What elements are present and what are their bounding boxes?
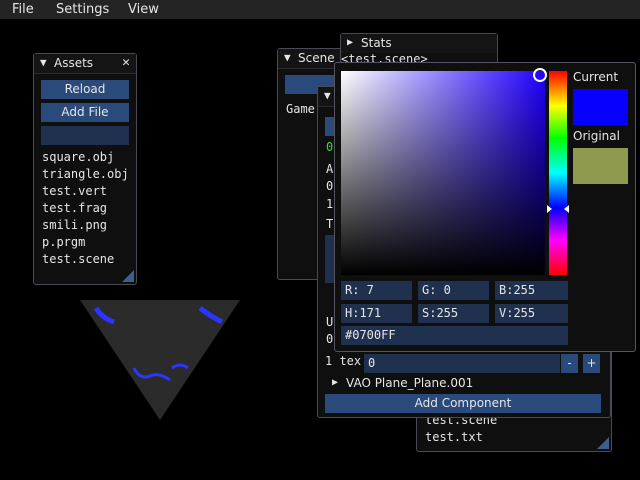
row-label: U [326, 315, 334, 329]
hue-marker-left [547, 205, 552, 213]
status-text: 0 [326, 140, 334, 154]
blue-field[interactable]: B:255 [495, 281, 568, 300]
asset-item[interactable]: p.prgm [42, 235, 85, 249]
tree-arrow-icon[interactable]: ▶ [332, 377, 338, 388]
expand-arrow-icon[interactable]: ▶ [347, 37, 353, 48]
menu-settings[interactable]: Settings [56, 2, 109, 17]
hex-field[interactable]: #0700FF [341, 326, 568, 345]
resize-grip[interactable] [597, 437, 609, 449]
saturation-field[interactable]: S:255 [418, 304, 489, 323]
scene-title: Scene [298, 51, 335, 65]
assets-titlebar[interactable]: ▼ Assets ✕ [34, 54, 136, 74]
green-field[interactable]: G: 0 [418, 281, 489, 300]
asset-item[interactable]: smili.png [42, 218, 107, 232]
asset-item[interactable]: test.frag [42, 201, 107, 215]
decrement-button[interactable]: - [561, 354, 578, 373]
row-label: 0 [326, 179, 334, 193]
red-field[interactable]: R: 7 [341, 281, 412, 300]
add-component-button[interactable]: Add Component [325, 394, 601, 413]
menu-view[interactable]: View [128, 2, 159, 17]
vao-item[interactable]: VAO Plane_Plane.001 [346, 376, 473, 390]
menu-file[interactable]: File [12, 2, 34, 17]
assets-window: ▼ Assets ✕ Reload Add File square.obj tr… [33, 53, 137, 285]
asset-item[interactable]: square.obj [42, 150, 114, 164]
value-field[interactable]: V:255 [495, 304, 568, 323]
row-label: 1 [326, 197, 334, 211]
color-picker-popup: Current Original R: 7 G: 0 B:255 H:171 S… [334, 62, 636, 352]
current-swatch [573, 89, 628, 125]
assets-title: Assets [54, 56, 94, 70]
collapse-arrow-icon[interactable]: ▼ [40, 56, 47, 69]
sv-cursor[interactable] [533, 68, 547, 82]
stats-title: Stats [361, 36, 392, 50]
original-label: Original [573, 129, 620, 143]
resize-grip[interactable] [122, 270, 134, 282]
reload-button[interactable]: Reload [41, 80, 129, 99]
hue-marker-right [564, 205, 569, 213]
tex-input[interactable]: 0 [364, 354, 560, 373]
asset-item[interactable]: test.scene [42, 252, 114, 266]
asset-item[interactable]: triangle.obj [42, 167, 129, 181]
tex-label: 1 tex [325, 354, 362, 368]
current-label: Current [573, 70, 619, 84]
close-icon[interactable]: ✕ [122, 55, 130, 70]
row-label: 0 [326, 332, 334, 346]
file-name-input[interactable] [41, 126, 129, 145]
saturation-value-square[interactable] [341, 68, 547, 275]
row-label: A [326, 162, 334, 176]
list-item[interactable]: test.txt [425, 430, 483, 444]
collapse-arrow-icon[interactable]: ▼ [324, 89, 331, 102]
increment-button[interactable]: + [583, 354, 600, 373]
collapse-arrow-icon[interactable]: ▼ [284, 51, 291, 64]
asset-item[interactable]: test.vert [42, 184, 107, 198]
hue-field[interactable]: H:171 [341, 304, 412, 323]
menu-bar: File Settings View [0, 0, 640, 19]
row-label: T [326, 217, 334, 231]
viewport-render [80, 300, 240, 420]
hue-slider[interactable] [547, 71, 569, 275]
stats-titlebar[interactable]: ▶ Stats [341, 34, 497, 53]
add-file-button[interactable]: Add File [41, 103, 129, 122]
original-swatch[interactable] [573, 148, 628, 184]
